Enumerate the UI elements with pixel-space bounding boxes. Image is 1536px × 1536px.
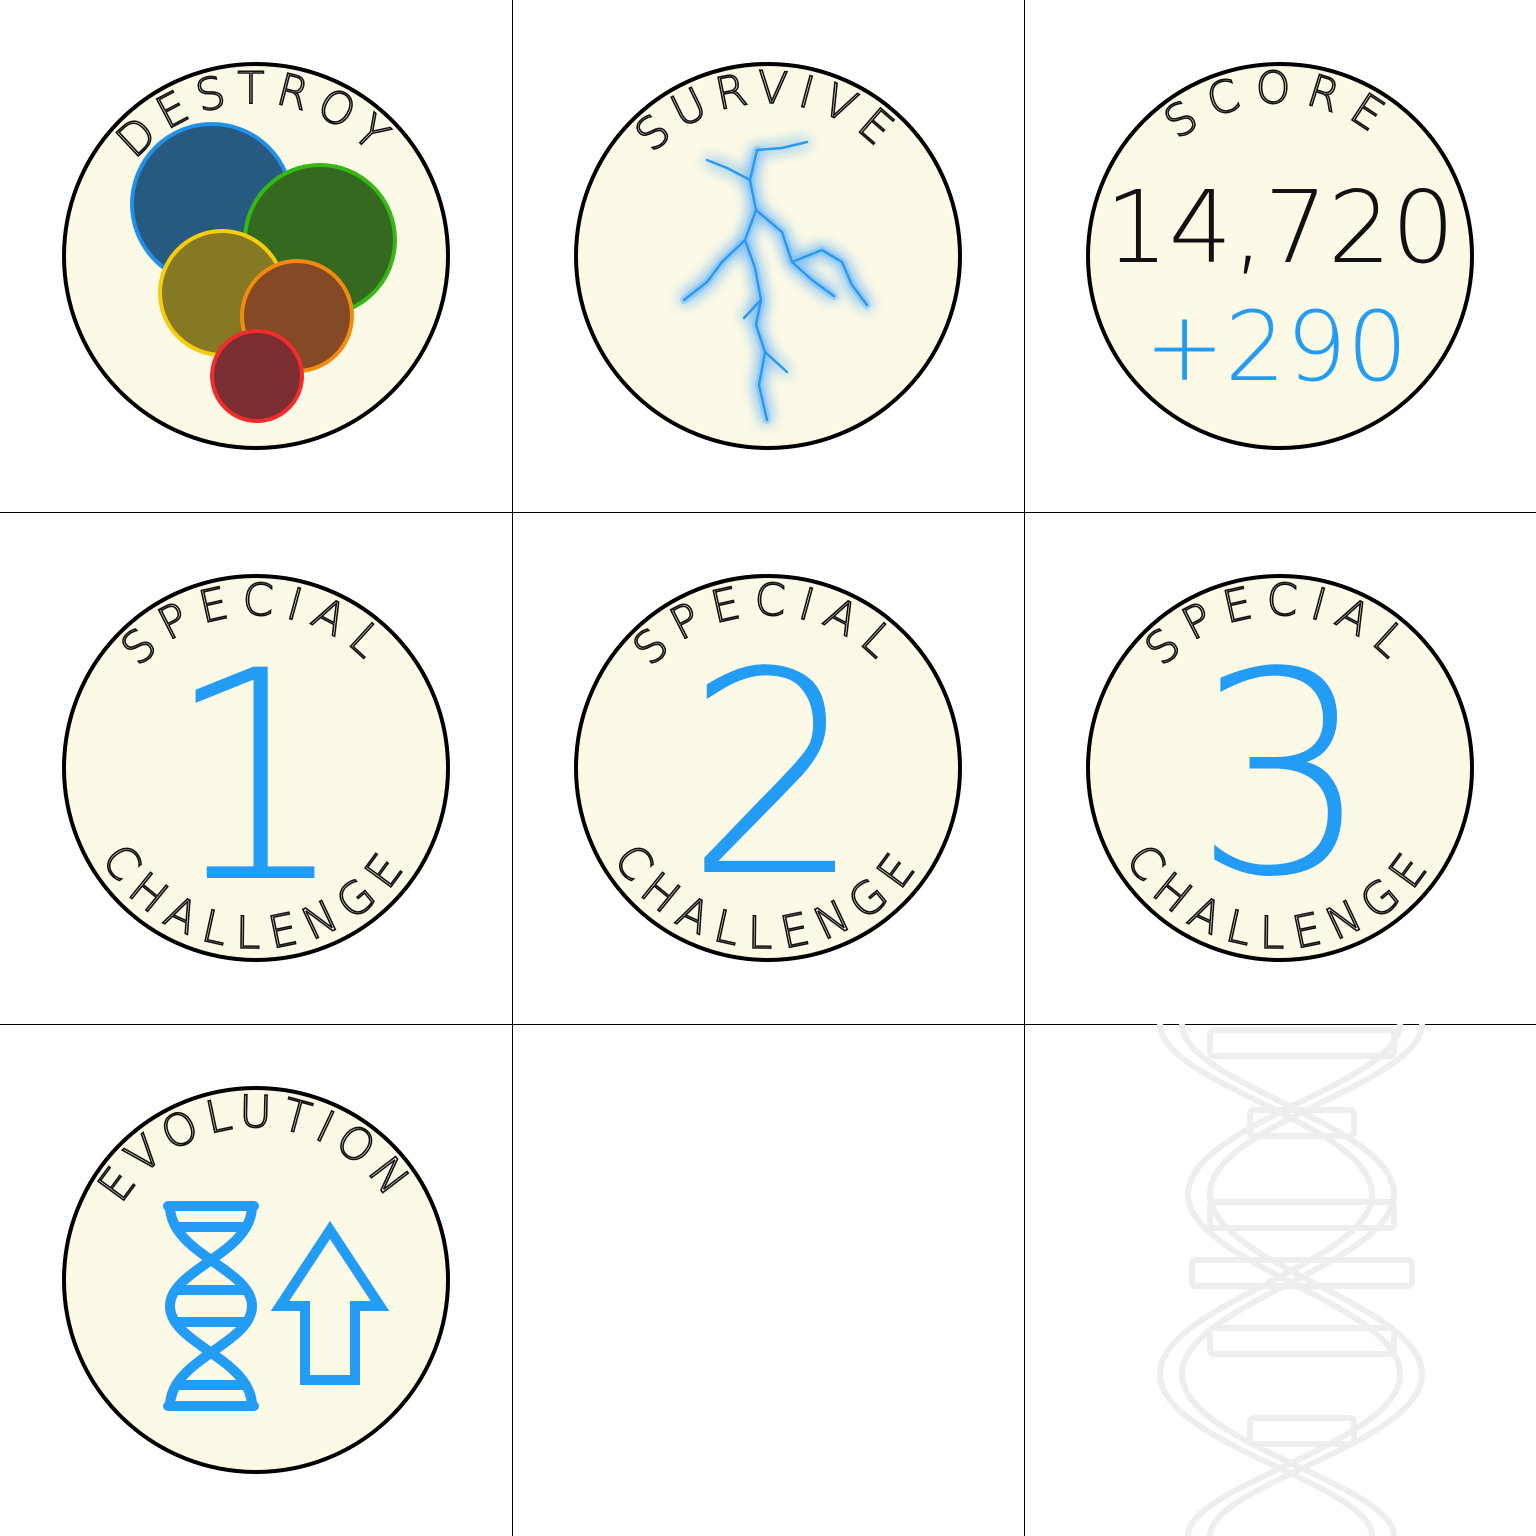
- score-bonus: +290: [1144, 291, 1408, 403]
- score-badge: SCORE 14,720 +290: [1024, 0, 1536, 512]
- red-circle: [210, 329, 304, 423]
- special-challenge-3-badge: SPECIAL CHALLENGE 3: [1024, 512, 1536, 1024]
- survive-badge: SURVIVE: [512, 0, 1024, 512]
- special-challenge-1-badge: SPECIAL CHALLENGE 1: [0, 512, 512, 1024]
- destroy-badge: DESTROY: [0, 0, 512, 512]
- blank-cell: [512, 1024, 1024, 1536]
- white-dna-watermark-icon: [1156, 1023, 1426, 1536]
- special-challenge-2-badge: SPECIAL CHALLENGE 2: [512, 512, 1024, 1024]
- challenge-number: 2: [685, 613, 863, 939]
- score-value: 14,720: [1105, 169, 1455, 286]
- evolution-badge: EVOLUTION: [0, 1024, 512, 1536]
- sprite-sheet: DESTROY SURVIVE SCORE 14,720 +290 SPECIA…: [0, 0, 1536, 1536]
- challenge-number: 3: [1193, 613, 1371, 939]
- white-dna-watermark-cell: [1024, 1023, 1536, 1536]
- challenge-number: 1: [164, 610, 349, 947]
